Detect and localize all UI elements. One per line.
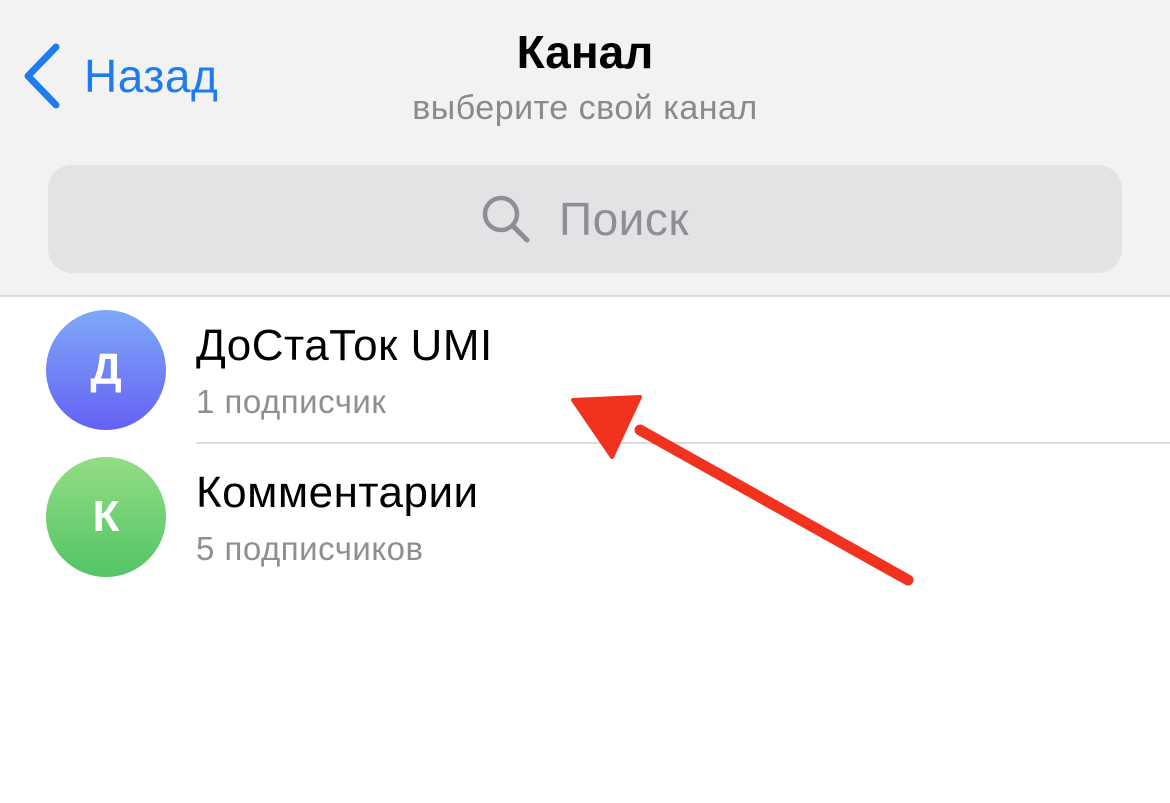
search-placeholder: Поиск (559, 193, 689, 245)
channel-row-dostatok-umi[interactable]: Д ДоСтаТок UMI 1 подписчик (0, 297, 1170, 444)
channel-picker-screen: Назад Канал выберите свой канал Поиск Д … (0, 0, 1170, 803)
avatar: К (46, 457, 166, 577)
page-title: Канал (516, 26, 654, 78)
avatar: Д (46, 310, 166, 430)
channel-name: ДоСтаТок UMI (196, 321, 493, 370)
search-icon (481, 194, 559, 244)
channel-subscriber-count: 1 подписчик (196, 383, 387, 420)
channel-row-kommentarii[interactable]: К Комментарии 5 подписчиков (0, 444, 1170, 591)
channel-name: Комментарии (196, 468, 479, 517)
channel-subscriber-count: 5 подписчиков (196, 530, 424, 567)
page-subtitle: выберите свой канал (412, 89, 758, 127)
search-input[interactable]: Поиск (48, 165, 1122, 273)
channel-list: Д ДоСтаТок UMI 1 подписчик К Комментарии… (0, 297, 1170, 591)
title-block: Канал выберите свой канал (0, 22, 1170, 134)
navigation-header: Назад Канал выберите свой канал Поиск (0, 0, 1170, 297)
